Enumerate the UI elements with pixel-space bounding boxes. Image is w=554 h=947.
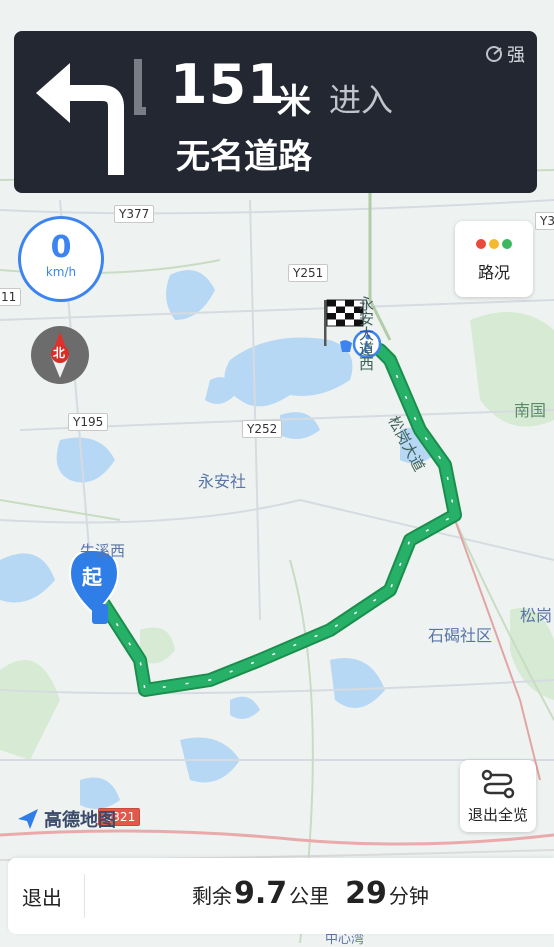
map-label-shijie: 石碣社区 [428, 626, 493, 645]
compass-button[interactable]: 北 [31, 326, 89, 384]
remaining-time: 29 [345, 876, 387, 911]
road-tag-11: 11 [0, 288, 22, 306]
road-tag-y195: Y195 [68, 413, 109, 431]
road-tag-y3: Y3 [535, 212, 554, 230]
amap-logo: 高德地图 [16, 806, 116, 832]
gps-signal-icon [486, 46, 502, 62]
speed-unit: km/h [45, 265, 77, 279]
compass-north-label: 北 [53, 346, 66, 360]
exit-overview-label: 退出全览 [467, 806, 528, 824]
map-label-yongan: 永安社 [198, 472, 247, 491]
navigation-banner[interactable]: 151 米 进入 无名道路 强 [14, 31, 537, 193]
road-tag-y251: Y251 [288, 264, 329, 282]
map-label-nanguo: 南国 [514, 401, 547, 420]
remaining-distance-unit: 公里 [289, 884, 330, 908]
speedometer: 0 km/h [18, 216, 104, 302]
exit-overview-button[interactable]: 退出全览 [460, 760, 536, 832]
gps-signal-text: 强 [507, 45, 525, 66]
map-label-niuxi: 牛溪西 [80, 542, 126, 560]
map-label-songgang: 松岗 [520, 606, 553, 625]
map-label-yongan-avenue: 永安大道西 [357, 296, 375, 371]
route-overview-icon [481, 769, 515, 799]
remaining-prefix: 剩余 [192, 884, 232, 908]
amap-logo-text: 高德地图 [44, 810, 116, 831]
bottom-status-bar: 退出 剩余 9.7 公里 29 分钟 [8, 858, 554, 934]
divider [84, 874, 85, 918]
next-road-name: 无名道路 [176, 137, 312, 177]
turn-distance: 151 [170, 53, 286, 116]
turn-left-arrow-icon [36, 59, 146, 175]
start-marker-label[interactable]: 起 [82, 561, 102, 590]
traffic-light-icon [455, 239, 533, 249]
turn-distance-unit: 米 [277, 82, 311, 122]
turn-action: 进入 [329, 81, 394, 119]
gps-signal: 强 [485, 41, 525, 67]
road-tag-y252: Y252 [242, 420, 283, 438]
remaining-time-unit: 分钟 [388, 884, 429, 908]
speed-value: 0 [50, 230, 72, 265]
remaining-distance: 9.7 [234, 876, 288, 911]
road-tag-y377: Y377 [114, 205, 155, 223]
traffic-label: 路况 [477, 263, 510, 282]
amap-logo-icon [18, 809, 38, 829]
remaining-info: 剩余 9.7 公里 29 分钟 [192, 876, 429, 911]
traffic-toggle-button[interactable]: 路况 [455, 221, 533, 297]
exit-navigation-button[interactable]: 退出 [22, 882, 62, 911]
